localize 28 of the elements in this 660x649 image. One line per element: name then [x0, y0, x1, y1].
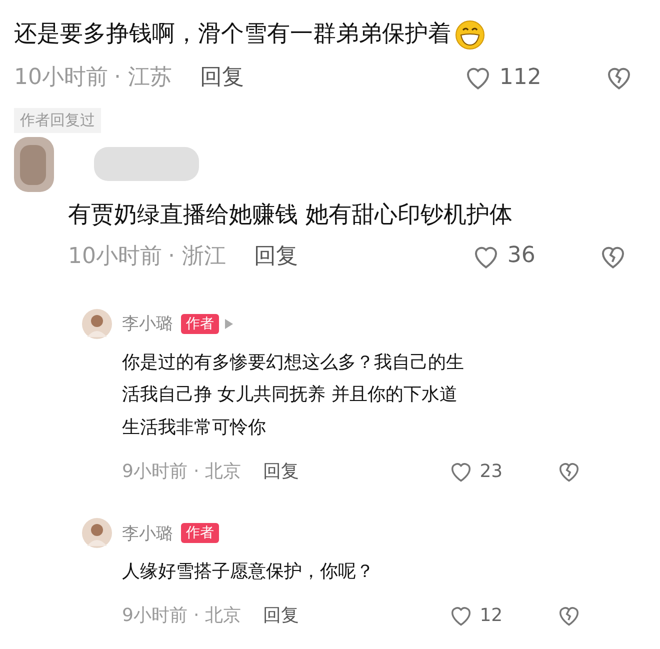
- avatar[interactable]: [82, 518, 112, 548]
- author-badge: 作者: [181, 314, 219, 334]
- avatar[interactable]: [82, 308, 112, 339]
- location-text: · 北京: [193, 460, 241, 484]
- reply-link[interactable]: 回复: [262, 603, 299, 628]
- location-text: · 江苏: [114, 64, 172, 92]
- reply-text: 有贾奶绿直播给她赚钱 她有甜心印钞机护体: [68, 201, 514, 230]
- location-text: · 北京: [193, 604, 241, 628]
- comment-time: 9小时前: [122, 460, 188, 484]
- author-badge: 作者: [181, 523, 219, 544]
- user-name[interactable]: 李小璐: [122, 522, 173, 545]
- like-count: 23: [480, 460, 503, 482]
- user-name[interactable]: 李小璐: [122, 312, 173, 336]
- reply-link[interactable]: 回复: [254, 240, 298, 271]
- comment-time: 9小时前: [122, 604, 188, 628]
- like-count: 36: [507, 243, 536, 268]
- reply-link[interactable]: 回复: [200, 62, 244, 92]
- location-text: · 浙江: [168, 242, 226, 271]
- reply-text: 人缘好雪搭子愿意保护，你呢？: [122, 560, 375, 584]
- grinning-face-icon: [455, 20, 485, 50]
- like-count: 12: [480, 604, 503, 626]
- reply-text: 你是过的有多惨要幻想这么多？我自己的生活我自己挣 女儿共同抚养 并且你的下水道生活我非常可怜你: [122, 350, 465, 440]
- comment-time: 10小时前: [68, 242, 162, 271]
- comment-text: 还是要多挣钱啊，滑个雪有一群弟弟保护着: [14, 20, 451, 50]
- reply-link[interactable]: 回复: [262, 459, 299, 484]
- comment-time: 10小时前: [14, 64, 108, 92]
- like-count: 112: [499, 64, 542, 90]
- author-replied-tag: 作者回复过: [14, 108, 101, 133]
